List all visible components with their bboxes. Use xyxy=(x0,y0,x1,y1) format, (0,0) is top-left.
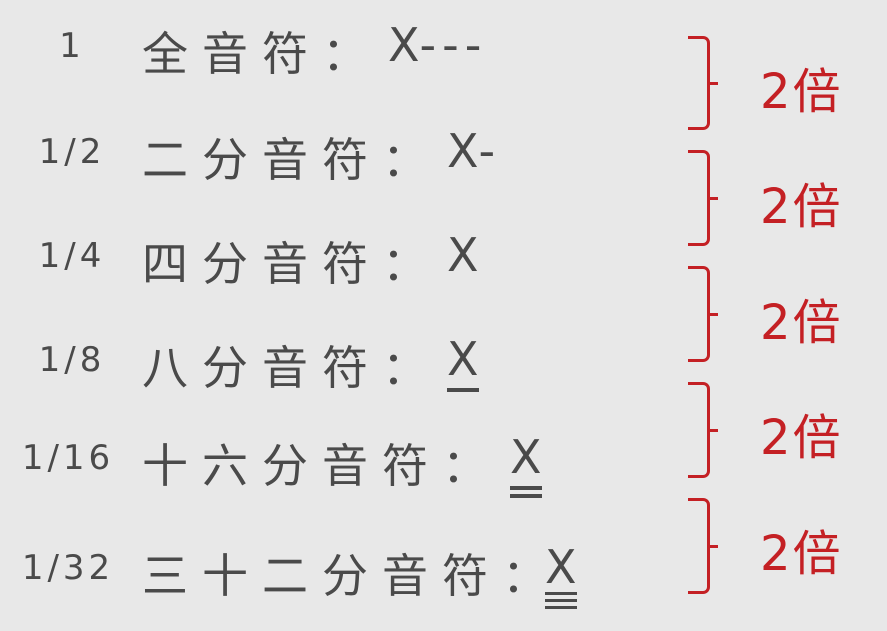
ratio-label-5: 2倍 xyxy=(760,526,843,582)
ratio-label-1: 2倍 xyxy=(760,64,843,120)
fraction-label: 1 xyxy=(59,26,85,66)
underline-3 xyxy=(545,606,577,609)
note-letter: X xyxy=(510,430,542,484)
note-symbol: X xyxy=(388,18,420,72)
note-suffix: --- xyxy=(419,18,488,72)
note-row-thirty-second: 1/32 三十二分音符： X xyxy=(0,538,660,609)
note-row-eighth: 1/8 八分音符： X xyxy=(0,330,660,395)
note-symbol: X xyxy=(545,540,577,609)
note-symbol: X xyxy=(447,228,479,282)
ratio-label-2: 2倍 xyxy=(760,179,843,235)
note-notation: X xyxy=(447,332,479,392)
note-symbol: X xyxy=(447,124,479,178)
note-notation: X xyxy=(545,540,577,609)
note-notation: X--- xyxy=(388,18,487,72)
fraction-label: 1/2 xyxy=(38,132,106,172)
note-name-label: 十六分音符： xyxy=(142,439,502,493)
note-letter: X xyxy=(447,332,479,386)
note-suffix: - xyxy=(478,124,502,178)
bracket-4 xyxy=(688,382,718,478)
note-row-whole: 1 全音符： X--- xyxy=(0,16,660,81)
note-name-label: 三十二分音符： xyxy=(142,549,562,603)
fraction-label: 1/4 xyxy=(38,236,106,276)
note-row-half: 1/2 二分音符： X- xyxy=(0,122,660,187)
fraction-label: 1/16 xyxy=(21,438,115,478)
note-symbol: X xyxy=(510,430,542,498)
fraction-label: 1/32 xyxy=(21,548,115,588)
bracket-2 xyxy=(688,150,718,246)
note-row-sixteenth: 1/16 十六分音符： X xyxy=(0,428,660,498)
underline-1 xyxy=(510,486,542,490)
underline-2 xyxy=(545,599,577,602)
note-notation: X xyxy=(510,430,542,498)
underline-2 xyxy=(510,494,542,498)
note-letter: X xyxy=(545,540,577,594)
note-symbol: X xyxy=(447,332,479,392)
note-name-label: 四分音符： xyxy=(142,237,442,291)
note-notation: X xyxy=(447,228,479,282)
note-name-label: 全音符： xyxy=(142,27,382,81)
underline-1 xyxy=(447,388,479,392)
bracket-1 xyxy=(688,36,718,130)
ratio-label-3: 2倍 xyxy=(760,295,843,351)
bracket-3 xyxy=(688,266,718,362)
underline-1 xyxy=(545,592,577,595)
note-notation: X- xyxy=(447,124,501,178)
note-name-label: 二分音符： xyxy=(142,133,442,187)
note-row-quarter: 1/4 四分音符： X xyxy=(0,226,660,291)
note-name-label: 八分音符： xyxy=(142,341,442,395)
ratio-label-4: 2倍 xyxy=(760,410,843,466)
bracket-5 xyxy=(688,498,718,594)
fraction-label: 1/8 xyxy=(38,340,106,380)
